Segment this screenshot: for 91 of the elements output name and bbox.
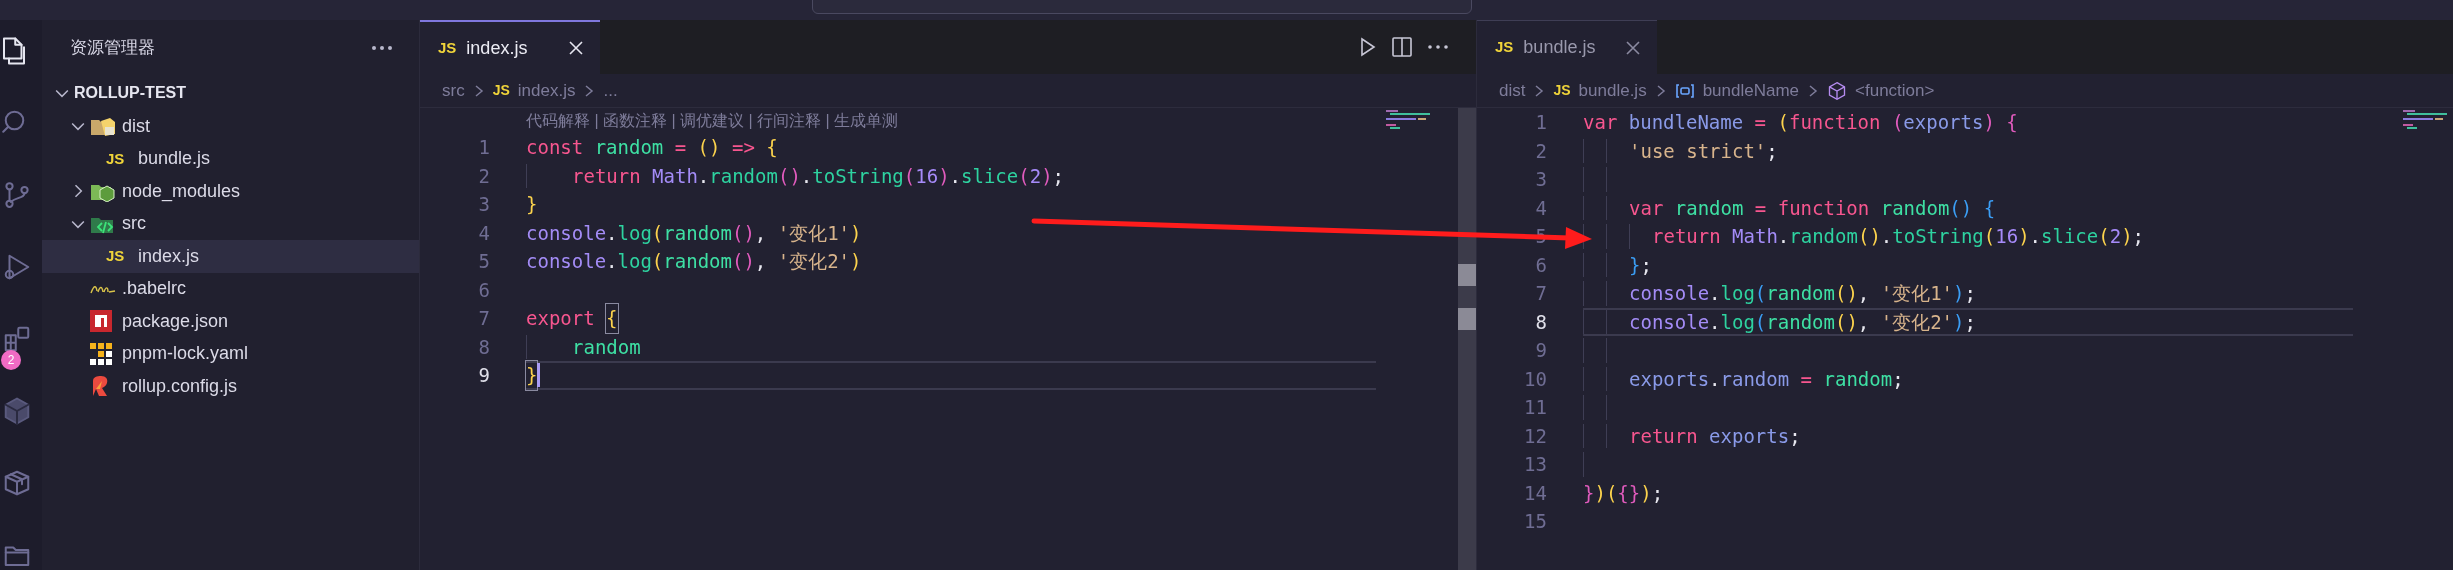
line-number: 12	[1523, 423, 1547, 449]
line-number: 14	[1523, 480, 1547, 506]
chevron-icon	[1533, 82, 1546, 99]
more-icon[interactable]	[371, 45, 393, 51]
js-icon: JS	[1495, 36, 1514, 59]
js-icon: JS	[106, 245, 125, 268]
line-number: 7	[477, 306, 490, 331]
breadcrumb-item[interactable]: src	[442, 77, 465, 104]
code-line: }	[526, 363, 538, 388]
line-number: 15	[1523, 509, 1547, 534]
tree-item[interactable]: node_modules	[42, 175, 419, 208]
line-number: 5	[477, 249, 490, 274]
sidebar-title: 资源管理器	[70, 37, 155, 60]
code-line: exports.random = random;	[1629, 366, 1904, 391]
split-editor-icon	[1392, 37, 1412, 57]
run-icon	[1360, 37, 1376, 57]
breadcrumb-item[interactable]: bundle.js	[1578, 77, 1647, 104]
hexagon-icon	[2, 396, 32, 426]
line-number: 9	[477, 363, 490, 388]
js-icon: JS	[1553, 80, 1571, 101]
code-line: }	[526, 192, 538, 217]
branch-icon	[2, 180, 32, 210]
code-line: console.log(random(), '变化1')	[526, 220, 862, 245]
code-line: console.log(random(), '变化1');	[1629, 281, 1976, 306]
tree-item[interactable]: src	[42, 207, 419, 240]
code-line: return Math.random().toString(16).slice(2);	[572, 163, 1065, 188]
code-line: };	[1629, 252, 1652, 277]
code-line: export {	[526, 306, 618, 331]
npm-icon	[90, 310, 112, 333]
explorer-root[interactable]: ROLLUP-TEST	[42, 76, 419, 110]
run-button[interactable]	[1360, 37, 1376, 57]
line-number: 6	[1534, 252, 1547, 278]
extensions-icon	[2, 324, 32, 354]
editor-tab[interactable]: JS bundle.js	[1477, 20, 1657, 74]
rollup-icon	[90, 375, 110, 398]
code-line: random	[572, 334, 641, 359]
play-bug-icon	[2, 252, 32, 282]
line-number: 2	[477, 163, 490, 189]
line-number: 1	[1534, 110, 1547, 135]
line-number: 11	[1523, 395, 1547, 420]
editor-tab[interactable]: JS index.js	[420, 20, 600, 74]
line-number: 3	[477, 192, 490, 217]
notification-badge: 2	[1, 350, 21, 370]
code-line: })({});	[1583, 480, 1664, 505]
line-number: 8	[1534, 309, 1547, 335]
variable-icon	[1674, 82, 1695, 99]
tree-item[interactable]: rollup.config.js	[42, 370, 419, 403]
tree-item[interactable]: pnpm-lock.yaml	[42, 337, 419, 370]
line-number: 4	[477, 220, 490, 246]
line-number: 3	[1534, 167, 1547, 192]
split-editor-button[interactable]	[1392, 37, 1412, 57]
breadcrumb-item[interactable]: dist	[1499, 77, 1526, 104]
tree-item[interactable]: dist	[42, 110, 419, 143]
scrollbar[interactable]	[1458, 108, 1476, 570]
breadcrumb-item[interactable]: ...	[603, 77, 618, 104]
line-number: 8	[477, 334, 490, 360]
package-icon	[2, 468, 32, 498]
code-line: console.log(random(), '变化2')	[526, 249, 862, 274]
line-number: 7	[1534, 281, 1547, 306]
line-number: 9	[1534, 338, 1547, 363]
line-number: 2	[1534, 138, 1547, 164]
line-number: 13	[1523, 452, 1547, 477]
tree-item[interactable]: JS index.js	[42, 240, 419, 273]
line-number: 10	[1523, 366, 1547, 392]
tree-item[interactable]: package.json	[42, 305, 419, 338]
chevron-icon	[583, 82, 596, 99]
code-lens[interactable]: 代码解释 | 函数注释 | 调优建议 | 行间注释 | 生成单测	[526, 109, 899, 133]
code-line: return exports;	[1629, 423, 1801, 448]
more-icon	[1428, 45, 1448, 49]
cube-icon	[1827, 80, 1848, 101]
tree-item[interactable]: .babelrc	[42, 272, 419, 305]
tree-item[interactable]: JS bundle.js	[42, 142, 419, 175]
code-line: console.log(random(), '变化2');	[1629, 309, 1976, 334]
line-number: 6	[477, 277, 490, 303]
code-line: return Math.random().toString(16).slice(2);	[1652, 224, 2145, 249]
line-number: 1	[477, 135, 490, 160]
code-line: var random = function random() {	[1629, 195, 1996, 220]
breadcrumb-item[interactable]: index.js	[517, 77, 576, 104]
folder-icon	[90, 115, 116, 138]
chevron-icon	[1807, 82, 1820, 99]
code-line: const random = () => {	[526, 135, 778, 160]
js-icon: JS	[106, 147, 125, 170]
line-number: 4	[1534, 195, 1547, 221]
code-line: var bundleName = (function (exports) {	[1583, 110, 2018, 135]
js-icon: JS	[492, 80, 510, 101]
breadcrumb-item[interactable]: <function>	[1855, 77, 1935, 104]
js-icon: JS	[438, 36, 457, 60]
code-line: 'use strict';	[1629, 138, 1778, 163]
breadcrumb-item[interactable]: bundleName	[1702, 77, 1800, 104]
pnpm-icon	[90, 342, 112, 365]
more-button[interactable]	[1428, 45, 1448, 49]
